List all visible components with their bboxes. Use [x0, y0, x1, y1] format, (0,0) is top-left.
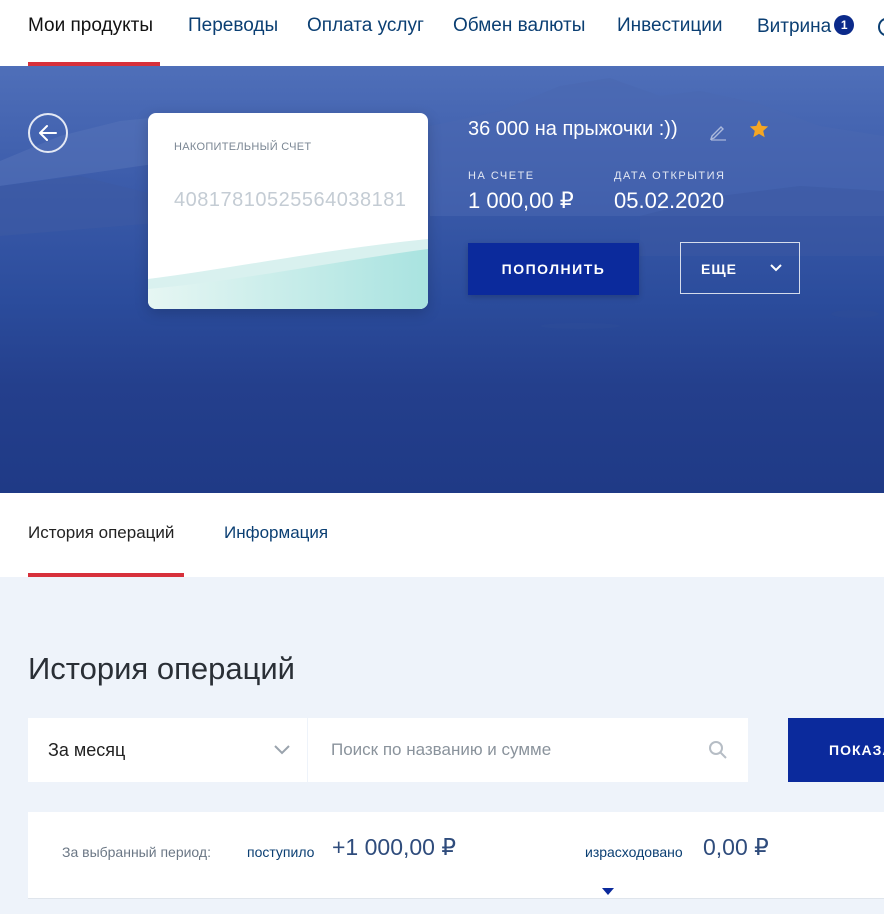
period-select-value: За месяц — [48, 740, 126, 760]
open-date-value: 05.02.2020 — [614, 188, 725, 213]
chevron-down-icon — [274, 745, 290, 755]
back-button[interactable] — [28, 113, 68, 153]
search-icon[interactable] — [708, 740, 728, 760]
nav-item-currency-exchange[interactable]: Обмен валюты — [453, 15, 585, 37]
show-button[interactable]: ПОКАЗАТЬ — [788, 718, 884, 782]
topup-button[interactable]: ПОПОЛНИТЬ — [468, 243, 639, 295]
arrow-left-icon — [39, 125, 57, 141]
pencil-icon[interactable] — [708, 121, 728, 141]
search-field — [308, 718, 748, 782]
balance-value: 1 000,00 ₽ — [468, 188, 574, 213]
account-card: НАКОПИТЕЛЬНЫЙ СЧЕТ 40817810525564038181 — [148, 113, 428, 309]
income-label[interactable]: поступило — [247, 844, 314, 860]
open-date-label: ДАТА ОТКРЫТИЯ — [614, 170, 726, 182]
star-icon[interactable] — [748, 118, 770, 140]
nav-item-showcase-label: Витрина — [757, 16, 832, 37]
chevron-down-icon — [770, 264, 782, 272]
summary-period-label: За выбранный период: — [62, 844, 211, 860]
account-hero: НАКОПИТЕЛЬНЫЙ СЧЕТ 40817810525564038181 … — [0, 66, 884, 493]
tab-history[interactable]: История операций — [28, 523, 174, 543]
card-wave-decoration — [148, 239, 428, 309]
period-select[interactable]: За месяц — [28, 718, 307, 782]
income-value: +1 000,00 ₽ — [332, 834, 456, 860]
nav-item-investments[interactable]: Инвестиции — [617, 15, 723, 37]
top-navigation: Мои продукты Переводы Оплата услуг Обмен… — [0, 0, 884, 66]
card-type-label: НАКОПИТЕЛЬНЫЙ СЧЕТ — [174, 141, 312, 153]
history-title: История операций — [28, 651, 295, 686]
more-button-label: ЕЩЕ — [701, 261, 737, 277]
caret-down-icon — [602, 888, 614, 895]
card-account-number: 40817810525564038181 — [174, 189, 407, 211]
expense-label[interactable]: израсходовано — [585, 844, 683, 860]
more-button[interactable]: ЕЩЕ — [680, 242, 800, 294]
nav-overflow-icon[interactable] — [878, 18, 884, 36]
notification-badge: 1 — [834, 15, 855, 35]
balance-label: НА СЧЕТЕ — [468, 170, 535, 182]
show-button-label: ПОКАЗАТЬ — [829, 742, 884, 758]
account-name: 36 000 на прыжочки :)) — [468, 118, 678, 140]
nav-item-my-products[interactable]: Мои продукты — [28, 15, 153, 37]
account-tabs: История операций Информация — [0, 493, 884, 577]
tab-information[interactable]: Информация — [224, 523, 328, 543]
search-input[interactable] — [308, 718, 748, 782]
nav-item-payments[interactable]: Оплата услуг — [307, 15, 424, 37]
expense-value: 0,00 ₽ — [703, 834, 769, 860]
active-tab-indicator — [28, 573, 184, 577]
nav-item-transfers[interactable]: Переводы — [188, 15, 278, 37]
nav-item-showcase[interactable]: Витрина 1 — [757, 15, 855, 38]
period-summary: За выбранный период: поступило +1 000,00… — [28, 812, 884, 899]
